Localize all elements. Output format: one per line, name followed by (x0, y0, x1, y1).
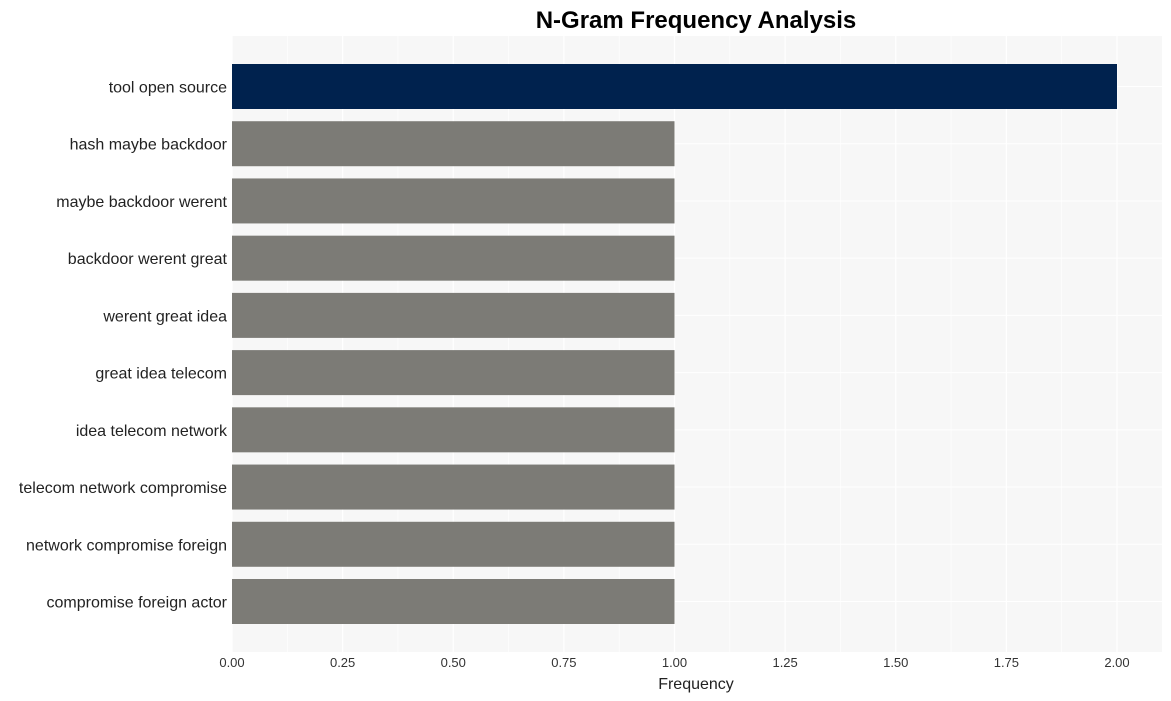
x-tick-label: 0.25 (330, 655, 355, 670)
y-tick-labels: tool open source hash maybe backdoor maybe… (19, 80, 228, 612)
y-tick-label: maybe backdoor werent (56, 194, 227, 211)
x-tick-label: 0.50 (441, 655, 466, 670)
x-tick-label: 1.00 (662, 655, 687, 670)
y-tick-label: idea telecom network (76, 423, 228, 440)
bar (232, 521, 675, 567)
bar (232, 235, 675, 281)
x-tick-labels: 0.00 0.25 0.50 0.75 1.00 1.25 1.50 1.75 2.00 (219, 655, 1129, 670)
bar (232, 579, 675, 624)
bar (232, 464, 675, 510)
y-tick-label: backdoor werent great (68, 251, 228, 268)
x-tick-label: 0.00 (219, 655, 244, 670)
y-tick-label: hash maybe backdoor (70, 137, 228, 154)
bar (232, 292, 675, 338)
bar (232, 121, 675, 167)
chart-title: N-Gram Frequency Analysis (536, 7, 857, 34)
bar (232, 64, 1117, 109)
x-tick-label: 0.75 (551, 655, 576, 670)
bar (232, 178, 675, 224)
y-tick-label: werent great idea (102, 308, 227, 325)
bar (232, 407, 675, 453)
y-tick-label: great idea telecom (95, 366, 227, 383)
x-tick-label: 1.25 (772, 655, 797, 670)
y-tick-label: telecom network compromise (19, 480, 227, 497)
bar (232, 350, 675, 396)
x-tick-label: 2.00 (1104, 655, 1129, 670)
y-tick-label: compromise foreign actor (46, 595, 227, 612)
y-tick-label: tool open source (109, 80, 227, 97)
x-tick-label: 1.75 (994, 655, 1019, 670)
x-tick-label: 1.50 (883, 655, 908, 670)
x-axis-label: Frequency (658, 676, 734, 693)
chart: tool open source hash maybe backdoor maybe… (19, 7, 1162, 693)
y-tick-label: network compromise foreign (26, 537, 227, 554)
